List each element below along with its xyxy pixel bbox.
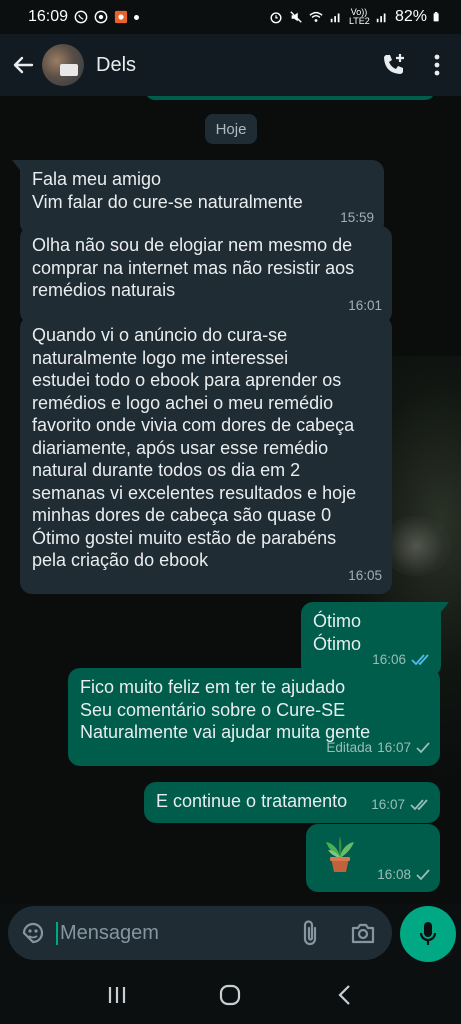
network-label: Vo)) LTE2	[348, 7, 370, 26]
message-meta: 16:05	[348, 565, 382, 588]
potted-plant-icon	[326, 836, 354, 872]
message-text: Ótimo gostei muito estão de parabéns	[32, 527, 337, 548]
add-call-icon[interactable]	[381, 52, 407, 78]
chat-header: Dels	[0, 34, 461, 96]
message-meta: Editada 16:07	[326, 737, 430, 760]
previous-message-bubble	[145, 96, 435, 100]
read-ticks-icon	[411, 654, 429, 666]
back-nav-button[interactable]	[324, 975, 364, 1015]
input-actions	[300, 919, 380, 947]
message-text: naturalmente logo me interessei	[32, 347, 289, 368]
message-time: 16:07	[371, 797, 405, 812]
outgoing-message[interactable]: E continue o tratamento 16:07	[144, 782, 440, 823]
home-button[interactable]	[210, 975, 250, 1015]
message-time: 16:01	[348, 298, 382, 313]
sticker-icon[interactable]	[20, 920, 46, 946]
message-text: Vim falar do cure-se naturalmente	[32, 191, 303, 212]
incoming-message[interactable]: Olha não sou de elogiar nem mesmo de com…	[20, 226, 392, 324]
outgoing-message[interactable]: Fico muito feliz em ter te ajudado Seu c…	[68, 668, 440, 766]
message-meta: 16:08	[377, 864, 430, 887]
voice-message-button[interactable]	[400, 906, 456, 962]
message-time: 16:07	[377, 740, 411, 755]
message-text: pela criação do ebook	[32, 550, 209, 570]
status-left: 16:09	[28, 8, 140, 26]
message-text: diariamente, após usar esse remédio	[32, 437, 329, 458]
alarm-icon	[270, 12, 282, 24]
outgoing-sticker-message[interactable]: 16:08	[306, 824, 440, 892]
message-text: favorito onde vivia com dores de cabeça	[32, 415, 355, 435]
camera-icon[interactable]	[350, 921, 376, 945]
contact-name[interactable]: Dels	[96, 54, 136, 77]
contact-avatar[interactable]	[42, 44, 84, 86]
message-input[interactable]	[56, 921, 276, 945]
microphone-icon	[419, 922, 437, 945]
message-text: remédios e logo achei o meu remédio	[32, 392, 334, 413]
incoming-message[interactable]: Fala meu amigo Vim falar do cure-se natu…	[12, 160, 384, 235]
message-meta: 16:07	[371, 794, 430, 817]
attachment-icon[interactable]	[300, 919, 320, 947]
message-text: estudei todo o ebook para aprender os	[32, 370, 342, 390]
battery-percent: 82%	[394, 8, 427, 25]
battery-icon	[433, 12, 439, 22]
message-text: remédios naturais	[32, 280, 176, 300]
outgoing-message[interactable]: Ótimo Ótimo 16:06	[301, 602, 449, 677]
chat-area[interactable]: Hoje Fala meu amigo Vim falar do cure-se…	[0, 96, 461, 904]
signal-2-icon	[376, 13, 386, 23]
status-time: 16:09	[28, 8, 69, 25]
message-text: Seu comentário sobre o Cure-SE	[80, 699, 346, 720]
message-time: 16:05	[348, 568, 382, 583]
edited-label: Editada	[326, 740, 373, 755]
header-actions	[381, 52, 451, 78]
status-right: Vo)) LTE2 82%	[269, 8, 443, 26]
whatsapp-notification-icon	[74, 10, 88, 24]
sent-tick-icon	[416, 869, 430, 881]
incoming-message[interactable]: Quando vi o anúncio do cura-se naturalme…	[20, 316, 392, 594]
message-text: Ótimo	[313, 611, 362, 631]
system-nav-bar	[0, 966, 461, 1024]
mute-icon	[290, 11, 302, 23]
message-time: 16:08	[377, 866, 411, 882]
message-text: Fala meu amigo	[32, 169, 162, 189]
message-text: minhas dores de cabeça são quase 0	[32, 505, 332, 525]
message-text: Quando vi o anúncio do cura-se	[32, 325, 288, 345]
home-icon	[220, 984, 241, 1006]
message-text: semanas vi excelentes resultados e hoje	[32, 482, 357, 503]
recent-apps-icon	[108, 987, 125, 1003]
back-button[interactable]	[10, 52, 36, 78]
recent-apps-button[interactable]	[97, 975, 137, 1015]
message-meta: 16:01	[348, 295, 382, 318]
date-chip: Hoje	[205, 114, 257, 144]
message-text: Fico muito feliz em ter te ajudado	[80, 677, 346, 697]
message-input-bar	[0, 904, 461, 966]
message-input-box	[8, 906, 392, 960]
status-bar: 16:09 Vo)) LTE2 82%	[0, 0, 461, 34]
message-text: Olha não sou de elogiar nem mesmo de	[32, 235, 353, 255]
wifi-icon	[309, 11, 323, 22]
delivered-ticks-icon	[410, 799, 428, 811]
chrome-notification-icon	[94, 10, 108, 24]
signal-icon	[330, 13, 340, 23]
message-text: natural durante todos os dia em 2	[32, 460, 301, 480]
chevron-left-icon	[338, 985, 350, 1005]
more-notifications-dot	[134, 14, 140, 20]
sent-tick-icon	[416, 742, 430, 754]
arrow-left-icon	[13, 56, 34, 74]
message-text: comprar na internet mas não resistir aos	[32, 257, 355, 278]
more-options-icon[interactable]	[433, 53, 441, 77]
app-notification-icon	[114, 10, 128, 24]
